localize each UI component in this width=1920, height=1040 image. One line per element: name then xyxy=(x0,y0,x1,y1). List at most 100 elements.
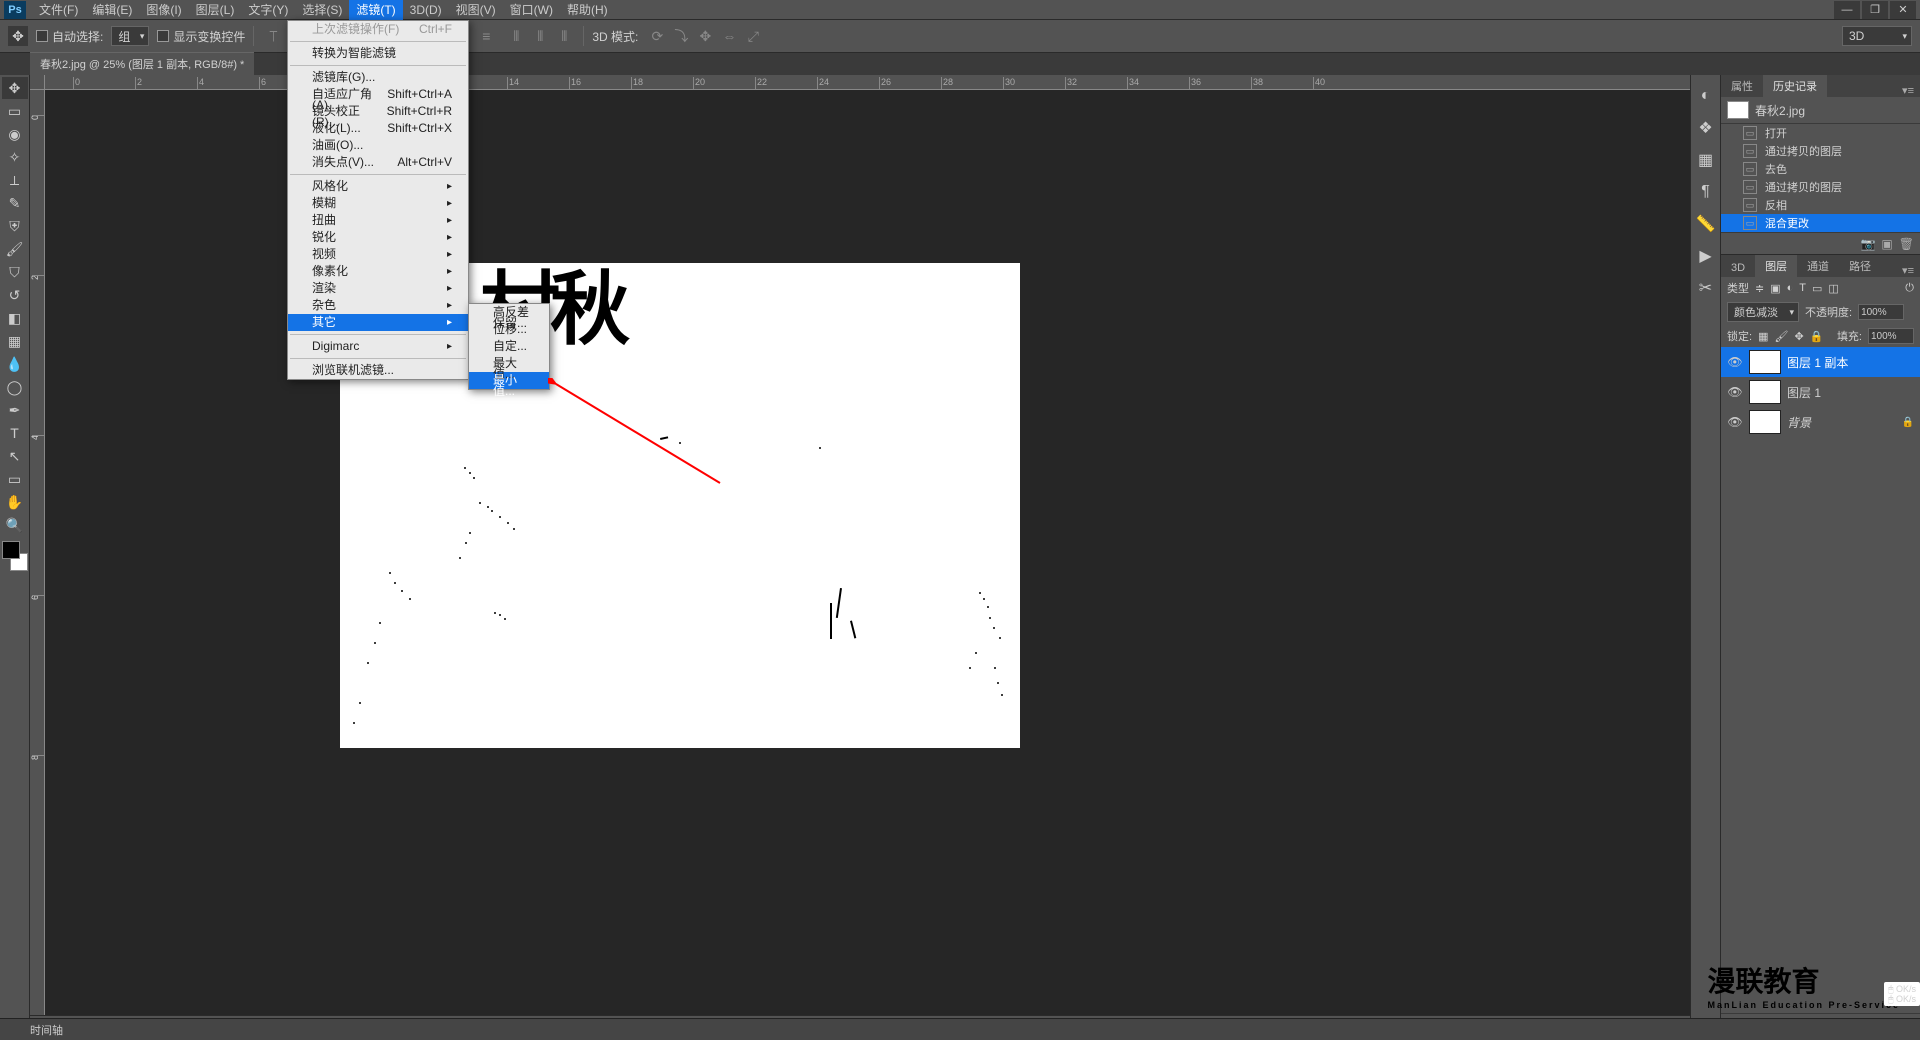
history-brush-tool[interactable]: ↺ xyxy=(2,284,28,306)
menu-window[interactable]: 窗口(W) xyxy=(503,0,560,20)
workspace-dropdown[interactable]: 3D xyxy=(1842,26,1912,46)
other-minimum[interactable]: 最小值... xyxy=(469,372,549,389)
filter-adjust-icon[interactable]: ◐ xyxy=(1787,282,1794,294)
history-item[interactable]: ▭打开 xyxy=(1721,124,1920,142)
filter-pixel-icon[interactable]: ▣ xyxy=(1770,282,1780,295)
align-top-icon[interactable]: ⟙ xyxy=(262,25,284,47)
filter-adaptive[interactable]: 自适应广角(A)...Shift+Ctrl+A xyxy=(288,86,468,103)
window-close-button[interactable]: ✕ xyxy=(1890,1,1916,19)
actions-icon[interactable]: ▶ xyxy=(1695,245,1717,267)
menu-help[interactable]: 帮助(H) xyxy=(560,0,615,20)
swatches-icon[interactable]: ▦ xyxy=(1695,149,1717,171)
lasso-tool[interactable]: ◉ xyxy=(2,123,28,145)
new-doc-icon[interactable]: ▣ xyxy=(1881,237,1892,251)
pen-tool[interactable]: ✒ xyxy=(2,399,28,421)
styles-icon[interactable]: ❖ xyxy=(1695,117,1717,139)
dist-left-icon[interactable]: ⦀ xyxy=(505,25,527,47)
history-item[interactable]: ▭通过拷贝的图层 xyxy=(1721,178,1920,196)
layer-item[interactable]: 👁图层 1 副本 xyxy=(1721,347,1920,377)
dist-right-icon[interactable]: ⦀ xyxy=(553,25,575,47)
adjustments-icon[interactable]: ◐ xyxy=(1695,85,1717,107)
filter-vanish[interactable]: 消失点(V)...Alt+Ctrl+V xyxy=(288,154,468,171)
history-item[interactable]: ▭反相 xyxy=(1721,196,1920,214)
history-item[interactable]: ▭去色 xyxy=(1721,160,1920,178)
window-maximize-button[interactable]: ❐ xyxy=(1862,1,1888,19)
panel-menu-icon[interactable]: ▾≡ xyxy=(1896,84,1920,97)
path-tool[interactable]: ↖ xyxy=(2,445,28,467)
lock-all-icon[interactable]: 🔒 xyxy=(1810,330,1824,343)
menu-file[interactable]: 文件(F) xyxy=(32,0,85,20)
fg-color-swatch[interactable] xyxy=(2,541,20,559)
filter-digimarc[interactable]: Digimarc xyxy=(288,338,468,355)
layer-item[interactable]: 👁图层 1 xyxy=(1721,377,1920,407)
filter-lens[interactable]: 镜头校正(R)...Shift+Ctrl+R xyxy=(288,103,468,120)
tab-paths[interactable]: 路径 xyxy=(1839,255,1881,277)
menu-filter[interactable]: 滤镜(T) xyxy=(349,0,402,20)
show-transform-checkbox[interactable] xyxy=(157,30,169,42)
layers-menu-icon[interactable]: ▾≡ xyxy=(1896,264,1920,277)
measure-icon[interactable]: 📏 xyxy=(1695,213,1717,235)
menu-3d[interactable]: 3D(D) xyxy=(403,1,449,19)
opacity-input[interactable] xyxy=(1858,304,1904,320)
blend-mode-dropdown[interactable]: 颜色减淡 xyxy=(1727,302,1799,322)
history-item[interactable]: ▭混合更改 xyxy=(1721,214,1920,232)
other-custom[interactable]: 自定... xyxy=(469,338,549,355)
tab-history[interactable]: 历史记录 xyxy=(1763,75,1827,97)
tab-channels[interactable]: 通道 xyxy=(1797,255,1839,277)
filter-other[interactable]: 其它 xyxy=(288,314,468,331)
filter-render[interactable]: 渲染 xyxy=(288,280,468,297)
move-tool-icon[interactable]: ✥ xyxy=(8,26,28,46)
menu-edit[interactable]: 编辑(E) xyxy=(85,0,139,20)
shape-tool[interactable]: ▭ xyxy=(2,468,28,490)
filter-noise[interactable]: 杂色 xyxy=(288,297,468,314)
filter-stylize[interactable]: 风格化 xyxy=(288,178,468,195)
3d-pan-icon[interactable]: ✥ xyxy=(694,25,716,47)
filter-browse[interactable]: 浏览联机滤镜... xyxy=(288,362,468,379)
dist-hcenter-icon[interactable]: ⦀ xyxy=(529,25,551,47)
filter-distort[interactable]: 扭曲 xyxy=(288,212,468,229)
visibility-eye-icon[interactable]: 👁 xyxy=(1727,355,1743,369)
new-snapshot-icon[interactable]: 📷 xyxy=(1860,237,1875,251)
3d-scale-icon[interactable]: ⤢ xyxy=(742,25,764,47)
filter-oil[interactable]: 油画(O)... xyxy=(288,137,468,154)
tool-presets-icon[interactable]: ✂ xyxy=(1695,277,1717,299)
lock-transparent-icon[interactable]: ▦ xyxy=(1758,330,1768,343)
filter-pixelate[interactable]: 像素化 xyxy=(288,263,468,280)
blur-tool[interactable]: 💧 xyxy=(2,353,28,375)
eraser-tool[interactable]: ◧ xyxy=(2,307,28,329)
other-highpass[interactable]: 高反差保留... xyxy=(469,304,549,321)
tab-properties[interactable]: 属性 xyxy=(1721,75,1763,97)
layer-item[interactable]: 👁背景🔒 xyxy=(1721,407,1920,437)
brush-tool[interactable]: 🖌 xyxy=(2,238,28,260)
delete-state-icon[interactable]: 🗑 xyxy=(1899,237,1914,251)
3d-orbit-icon[interactable]: ⟳ xyxy=(646,25,668,47)
history-snapshot-row[interactable]: 春秋2.jpg xyxy=(1721,97,1920,124)
window-minimize-button[interactable]: — xyxy=(1834,1,1860,19)
filter-convert-smart[interactable]: 转换为智能滤镜 xyxy=(288,45,468,62)
dodge-tool[interactable]: ◯ xyxy=(2,376,28,398)
filter-blur[interactable]: 模糊 xyxy=(288,195,468,212)
tab-3d[interactable]: 3D xyxy=(1721,259,1755,277)
visibility-eye-icon[interactable]: 👁 xyxy=(1727,385,1743,399)
move-tool[interactable]: ✥ xyxy=(2,77,28,99)
crop-tool[interactable]: ⟂ xyxy=(2,169,28,191)
other-offset[interactable]: 位移... xyxy=(469,321,549,338)
fill-input[interactable] xyxy=(1868,328,1914,344)
filter-shape-icon[interactable]: ▭ xyxy=(1812,282,1822,295)
filter-type-icon[interactable]: T xyxy=(1799,282,1806,294)
hand-tool[interactable]: ✋ xyxy=(2,491,28,513)
dist-bottom-icon[interactable]: ≡ xyxy=(475,25,497,47)
type-tool[interactable]: T xyxy=(2,422,28,444)
menu-layer[interactable]: 图层(L) xyxy=(189,0,242,20)
filter-liquify[interactable]: 液化(L)...Shift+Ctrl+X xyxy=(288,120,468,137)
menu-image[interactable]: 图像(I) xyxy=(139,0,188,20)
filter-smart-icon[interactable]: ◫ xyxy=(1828,282,1838,295)
marquee-tool[interactable]: ▭ xyxy=(2,100,28,122)
tab-layers[interactable]: 图层 xyxy=(1755,255,1797,277)
autoselect-checkbox[interactable] xyxy=(36,30,48,42)
filter-toggle[interactable]: ⏻ xyxy=(1905,282,1914,295)
menu-select[interactable]: 选择(S) xyxy=(295,0,349,20)
filter-video[interactable]: 视频 xyxy=(288,246,468,263)
kind-filter-arrow[interactable]: ≑ xyxy=(1755,282,1764,295)
filter-sharpen[interactable]: 锐化 xyxy=(288,229,468,246)
